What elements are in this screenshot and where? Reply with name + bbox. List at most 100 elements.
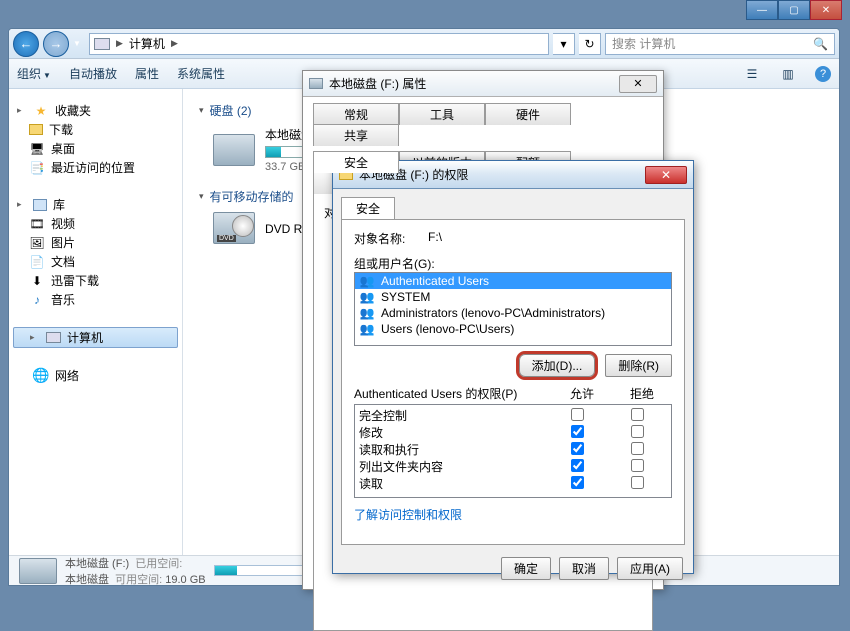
library-icon bbox=[33, 199, 47, 211]
breadcrumb[interactable]: 计算机 bbox=[129, 35, 165, 52]
nav-forward-button[interactable]: → bbox=[43, 31, 69, 57]
permission-row: 读取和执行 bbox=[359, 441, 667, 458]
sidebar-item-recent[interactable]: 📑最近访问的位置 bbox=[9, 158, 182, 177]
permission-name: 完全控制 bbox=[359, 407, 547, 424]
cancel-button[interactable]: 取消 bbox=[559, 557, 609, 580]
add-button[interactable]: 添加(D)... bbox=[519, 354, 596, 377]
permission-row: 列出文件夹内容 bbox=[359, 458, 667, 475]
search-icon: 🔍 bbox=[813, 37, 828, 51]
user-row[interactable]: 👥Users (lenovo-PC\Users) bbox=[355, 321, 671, 337]
sidebar-favorites-head[interactable]: ▸★收藏夹 bbox=[9, 101, 182, 120]
learn-more-link[interactable]: 了解访问控制和权限 bbox=[354, 506, 462, 523]
users-icon: 👥 bbox=[359, 306, 375, 320]
permissions-list: 完全控制修改读取和执行列出文件夹内容读取 bbox=[354, 404, 672, 498]
permission-name: 读取和执行 bbox=[359, 441, 547, 458]
permission-row: 读取 bbox=[359, 475, 667, 492]
permissions-dialog: 本地磁盘 (F:) 的权限 ✕ 安全 对象名称:F:\ 组或用户名(G): 👥A… bbox=[332, 160, 694, 574]
sidebar-item-downloads[interactable]: 下载 bbox=[9, 120, 182, 139]
breadcrumb-arrow-icon: ▶ bbox=[116, 38, 123, 49]
apply-button[interactable]: 应用(A) bbox=[617, 557, 683, 580]
picture-icon: 🖼 bbox=[29, 236, 45, 250]
deny-checkbox[interactable] bbox=[631, 408, 644, 421]
sidebar-item-videos[interactable]: 🎞视频 bbox=[9, 214, 182, 233]
permission-name: 列出文件夹内容 bbox=[359, 458, 547, 475]
ok-button[interactable]: 确定 bbox=[501, 557, 551, 580]
window-minimize-button[interactable]: — bbox=[746, 0, 778, 20]
recent-icon: 📑 bbox=[29, 161, 45, 175]
network-icon: 🌐 bbox=[33, 369, 49, 383]
remove-button[interactable]: 删除(R) bbox=[605, 354, 672, 377]
permission-row: 修改 bbox=[359, 424, 667, 441]
tab-general[interactable]: 常规 bbox=[313, 103, 399, 125]
deny-checkbox[interactable] bbox=[631, 425, 644, 438]
permission-row: 完全控制 bbox=[359, 407, 667, 424]
refresh-button[interactable]: ↻ bbox=[579, 33, 601, 55]
window-maximize-button[interactable]: ▢ bbox=[778, 0, 810, 20]
deny-checkbox[interactable] bbox=[631, 459, 644, 472]
user-row[interactable]: 👥SYSTEM bbox=[355, 289, 671, 305]
preview-pane-icon[interactable]: ▥ bbox=[779, 65, 797, 83]
deny-checkbox[interactable] bbox=[631, 476, 644, 489]
nav-row: ← → ▼ ▶ 计算机 ▶ ▾ ↻ 搜索 计算机 🔍 bbox=[9, 29, 839, 59]
users-icon: 👥 bbox=[359, 290, 375, 304]
breadcrumb-arrow-icon[interactable]: ▶ bbox=[171, 38, 178, 49]
toolbar-system-properties[interactable]: 系统属性 bbox=[177, 65, 225, 82]
allow-checkbox[interactable] bbox=[571, 476, 584, 489]
star-icon: ★ bbox=[33, 104, 49, 118]
allow-checkbox[interactable] bbox=[571, 408, 584, 421]
allow-checkbox[interactable] bbox=[571, 442, 584, 455]
folder-icon bbox=[29, 124, 43, 135]
permissions-for-label: Authenticated Users 的权限(P) bbox=[354, 385, 552, 402]
dvd-icon: DVD bbox=[213, 212, 255, 244]
deny-checkbox[interactable] bbox=[631, 442, 644, 455]
window-close-button[interactable]: ✕ bbox=[810, 0, 842, 20]
music-icon: ♪ bbox=[29, 293, 45, 307]
object-name-label: 对象名称: bbox=[354, 230, 418, 247]
user-row[interactable]: 👥Administrators (lenovo-PC\Administrator… bbox=[355, 305, 671, 321]
allow-checkbox[interactable] bbox=[571, 425, 584, 438]
sidebar-item-documents[interactable]: 📄文档 bbox=[9, 252, 182, 271]
sidebar-item-network[interactable]: 🌐网络 bbox=[9, 366, 182, 385]
hdd-icon bbox=[19, 558, 57, 584]
sidebar-item-music[interactable]: ♪音乐 bbox=[9, 290, 182, 309]
view-mode-icon[interactable]: ☰ bbox=[743, 65, 761, 83]
address-bar[interactable]: ▶ 计算机 ▶ bbox=[89, 33, 549, 55]
sidebar-item-thunder[interactable]: ⬇迅雷下载 bbox=[9, 271, 182, 290]
tab-security[interactable]: 安全 bbox=[313, 151, 399, 173]
address-dropdown[interactable]: ▾ bbox=[553, 33, 575, 55]
user-row[interactable]: 👥Authenticated Users bbox=[355, 273, 671, 289]
dialog-titlebar[interactable]: 本地磁盘 (F:) 属性 ✕ bbox=[303, 71, 663, 97]
toolbar-organize[interactable]: 组织▼ bbox=[17, 65, 51, 82]
drive-icon bbox=[309, 78, 323, 89]
computer-icon bbox=[94, 38, 110, 50]
sidebar-libraries-head[interactable]: ▸库 bbox=[9, 195, 182, 214]
perm-tabs: 安全 bbox=[333, 189, 693, 219]
dialog-close-button[interactable]: ✕ bbox=[645, 166, 687, 184]
sidebar-item-computer[interactable]: ▸计算机 bbox=[13, 327, 178, 348]
allow-header: 允许 bbox=[552, 385, 612, 402]
permission-name: 读取 bbox=[359, 475, 547, 492]
tab-tools[interactable]: 工具 bbox=[399, 103, 485, 125]
toolbar-properties[interactable]: 属性 bbox=[135, 65, 159, 82]
tab-sharing[interactable]: 共享 bbox=[313, 124, 399, 146]
sidebar-item-pictures[interactable]: 🖼图片 bbox=[9, 233, 182, 252]
dialog-close-button[interactable]: ✕ bbox=[619, 75, 657, 93]
tab-hardware[interactable]: 硬件 bbox=[485, 103, 571, 125]
permission-name: 修改 bbox=[359, 424, 547, 441]
toolbar-autoplay[interactable]: 自动播放 bbox=[69, 65, 117, 82]
nav-history-dropdown[interactable]: ▼ bbox=[73, 32, 85, 56]
tab-security[interactable]: 安全 bbox=[341, 197, 395, 219]
help-icon[interactable]: ? bbox=[815, 66, 831, 82]
user-list[interactable]: 👥Authenticated Users 👥SYSTEM 👥Administra… bbox=[354, 272, 672, 346]
nav-back-button[interactable]: ← bbox=[13, 31, 39, 57]
document-icon: 📄 bbox=[29, 255, 45, 269]
computer-icon bbox=[46, 332, 61, 343]
search-input[interactable]: 搜索 计算机 🔍 bbox=[605, 33, 835, 55]
users-icon: 👥 bbox=[359, 274, 375, 288]
sidebar-item-desktop[interactable]: 🖥桌面 bbox=[9, 139, 182, 158]
sidebar: ▸★收藏夹 下载 🖥桌面 📑最近访问的位置 ▸库 🎞视频 🖼图片 📄文档 ⬇迅雷… bbox=[9, 89, 183, 555]
desktop-icon: 🖥 bbox=[29, 142, 45, 156]
allow-checkbox[interactable] bbox=[571, 459, 584, 472]
hdd-icon bbox=[213, 134, 255, 166]
status-type: 本地磁盘 bbox=[65, 574, 109, 586]
